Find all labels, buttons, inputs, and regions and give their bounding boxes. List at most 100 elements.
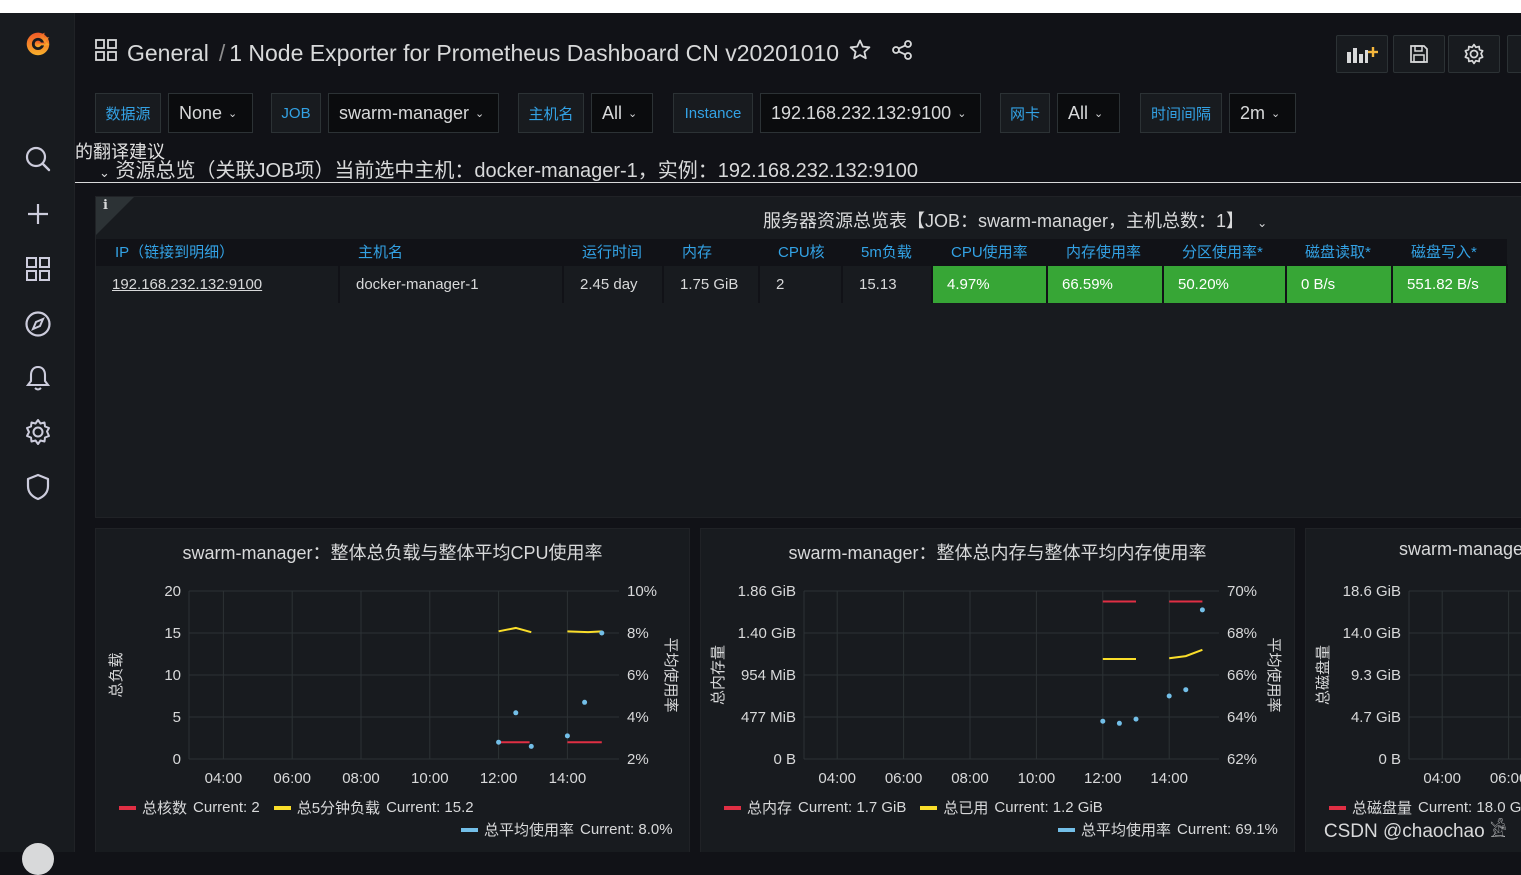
- chevron-down-icon: ⌄: [99, 165, 110, 180]
- dashboard-settings-button[interactable]: [1448, 35, 1500, 73]
- series-point: [1116, 720, 1122, 726]
- chart-load-cpu: 0 5 10 15 20 2% 4% 6% 8% 10% 04:00 06:00 08:00 10:00 1…: [108, 583, 679, 787]
- add-panel-button[interactable]: [1336, 35, 1388, 73]
- tv-mode-button[interactable]: [1507, 35, 1521, 73]
- column-header-partition-usage[interactable]: 分区使用率*: [1163, 239, 1286, 265]
- breadcrumb-folder[interactable]: General: [127, 40, 209, 67]
- dashboard-main: General / 1 Node Exporter for Prometheus…: [75, 13, 1521, 852]
- legend-color-swatch: [1329, 805, 1346, 810]
- legend-item[interactable]: 总平均使用率 Current: 8.0%: [461, 819, 673, 840]
- side-menu: [0, 13, 75, 875]
- graph-panel-load-cpu: swarm-manager：整体总负载与整体平均CPU使用率 0 5 10 15 20 2…: [95, 528, 690, 852]
- share-icon[interactable]: [891, 39, 913, 67]
- var-select-job[interactable]: swarm-manager ⌄: [328, 93, 499, 133]
- graph-title[interactable]: swarm-manager：整体总内存与整体平均内存使用率: [701, 539, 1294, 565]
- chevron-down-icon: ⌄: [957, 107, 967, 120]
- y2-axis-label: 平均使用率: [662, 637, 679, 712]
- y2-tick-label: 8%: [627, 625, 649, 642]
- cell-hostname: docker-manager-1: [339, 264, 564, 303]
- chevron-down-icon: ⌄: [228, 107, 238, 120]
- grafana-logo-icon[interactable]: [22, 27, 54, 59]
- alerting-bell-icon[interactable]: [22, 362, 54, 394]
- chevron-down-icon: ⌄: [1271, 107, 1281, 120]
- column-header-disk-write[interactable]: 磁盘写入*: [1392, 239, 1507, 265]
- y-tick-label: 15: [164, 625, 181, 642]
- server-admin-shield-icon[interactable]: [22, 471, 54, 503]
- plus-icon[interactable]: [22, 198, 54, 230]
- var-value-hostname: All: [602, 102, 623, 123]
- x-tick-label: 06:00: [1490, 770, 1521, 787]
- column-header-load5[interactable]: 5m负载: [842, 239, 932, 265]
- cell-load5: 15.13: [842, 264, 933, 303]
- var-select-hostname[interactable]: All ⌄: [591, 93, 653, 133]
- y-tick-label: 9.3 GiB: [1351, 667, 1401, 684]
- search-icon[interactable]: [22, 143, 54, 175]
- legend-color-swatch: [920, 805, 938, 810]
- chevron-down-icon: ⌄: [475, 107, 485, 120]
- legend-item[interactable]: 总内存 Current: 1.7 GiB 总已用 Current: 1.2 Gi…: [724, 797, 1103, 818]
- chart-disk: 0 B 4.7 GiB 9.3 GiB 14.0 GiB 18.6 GiB 04:00 06…: [1314, 583, 1521, 787]
- var-select-interval[interactable]: 2m ⌄: [1229, 93, 1296, 133]
- legend-item[interactable]: 总平均使用率 Current: 69.1%: [1058, 819, 1278, 840]
- legend-current: Current: 1.2 GiB: [994, 799, 1103, 816]
- y2-tick-label: 2%: [627, 751, 649, 768]
- cell-cpu-usage: 4.97%: [932, 264, 1048, 303]
- x-tick-label: 04:00: [1423, 770, 1461, 787]
- x-tick-label: 06:00: [885, 770, 923, 787]
- cell-uptime: 2.45 day: [563, 264, 664, 303]
- explore-compass-icon[interactable]: [22, 308, 54, 340]
- y-tick-label: 4.7 GiB: [1351, 709, 1401, 726]
- dashboard-title[interactable]: 1 Node Exporter for Prometheus Dashboard…: [229, 40, 839, 67]
- star-icon[interactable]: [849, 39, 871, 67]
- row-title[interactable]: ⌄ 资源总览（关联JOB项）当前选中主机：docker-manager-1，实例…: [99, 154, 918, 183]
- graph-title[interactable]: swarm-manager：整体总负载与整体平均CPU使用率: [96, 539, 689, 565]
- legend-color-swatch: [273, 805, 291, 810]
- column-header-memory[interactable]: 内存: [663, 239, 759, 265]
- y-tick-label: 477 MiB: [741, 709, 796, 726]
- y2-tick-label: 64%: [1227, 709, 1257, 726]
- row-divider: [75, 182, 1521, 183]
- breadcrumb-separator: /: [218, 39, 226, 66]
- var-select-datasource[interactable]: None ⌄: [168, 93, 253, 133]
- dashboards-icon[interactable]: [22, 253, 54, 285]
- user-avatar[interactable]: [22, 843, 54, 875]
- column-header-memory-usage[interactable]: 内存使用率: [1047, 239, 1163, 265]
- y-tick-label: 954 MiB: [741, 667, 796, 684]
- column-header-cpu-cores[interactable]: CPU核: [759, 239, 842, 265]
- column-header-hostname[interactable]: 主机名: [339, 239, 563, 265]
- y-tick-label: 0 B: [1378, 751, 1401, 768]
- watermark: CSDN @chaochao 𓀀: [1323, 821, 1507, 842]
- var-select-nic[interactable]: All ⌄: [1057, 93, 1120, 133]
- var-label-instance: Instance: [673, 93, 753, 133]
- legend-color-swatch: [1058, 827, 1075, 832]
- column-header-disk-read[interactable]: 磁盘读取*: [1286, 239, 1392, 265]
- cell-cpu-cores: 2: [759, 264, 843, 303]
- graph-panel-disk: swarm-manage 0 B 4.7 GiB 9.3 GiB 14.0 GiB 18…: [1305, 528, 1521, 852]
- x-tick-label: 14:00: [549, 770, 587, 787]
- graph-title[interactable]: swarm-manage: [1399, 539, 1521, 560]
- save-dashboard-button[interactable]: [1393, 35, 1445, 73]
- y-axis-label: 总磁盘量: [1314, 645, 1332, 705]
- panel-info-corner[interactable]: [96, 197, 134, 235]
- cell-partition-usage: 50.20%: [1163, 264, 1287, 303]
- x-tick-label: 10:00: [1018, 770, 1056, 787]
- legend-current: Current: 2: [193, 799, 260, 816]
- var-label-hostname: 主机名: [518, 93, 584, 133]
- cell-ip-link[interactable]: 192.168.232.132:9100: [96, 264, 340, 303]
- panel-title[interactable]: 服务器资源总览表【JOB：swarm-manager，主机总数：1】 ⌄: [326, 207, 1326, 233]
- column-header-ip[interactable]: IP（链接到明细）: [96, 239, 339, 265]
- legend-current: Current: 15.2: [386, 799, 474, 816]
- var-select-instance[interactable]: 192.168.232.132:9100 ⌄: [760, 93, 981, 133]
- info-icon[interactable]: i: [103, 198, 108, 213]
- var-label-datasource: 数据源: [95, 93, 161, 133]
- dashboard-grid-icon: [95, 39, 117, 67]
- column-header-cpu-usage[interactable]: CPU使用率: [932, 239, 1047, 265]
- y2-tick-label: 70%: [1227, 583, 1257, 600]
- y2-tick-label: 66%: [1227, 667, 1257, 684]
- legend-item[interactable]: 总核数 Current: 2 总5分钟负载 Current: 15.2: [119, 797, 474, 818]
- series-line: [1169, 648, 1203, 660]
- series-line: [567, 630, 602, 634]
- var-label-nic: 网卡: [1000, 93, 1050, 133]
- configuration-gear-icon[interactable]: [22, 416, 54, 448]
- column-header-uptime[interactable]: 运行时间: [563, 239, 663, 265]
